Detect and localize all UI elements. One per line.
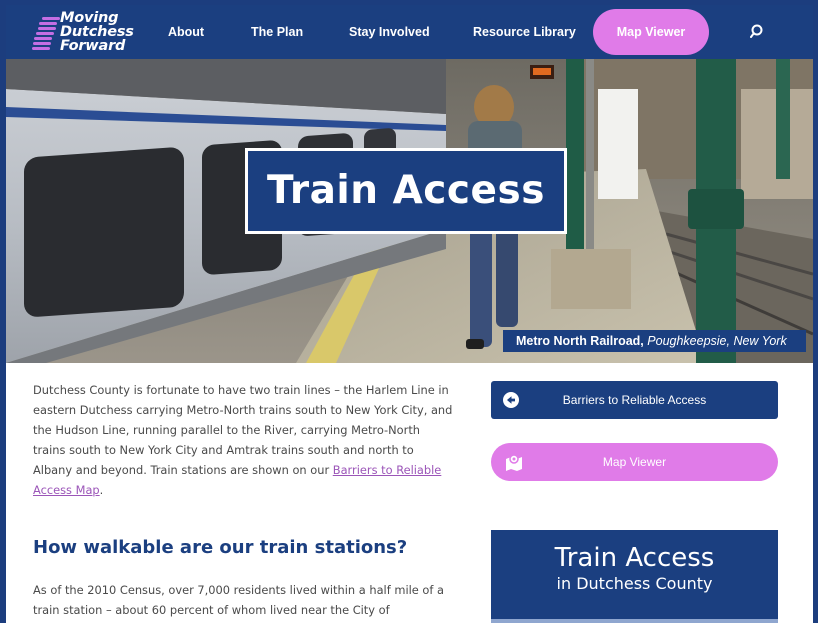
nav-about[interactable]: About — [168, 5, 204, 59]
promo-title: Train Access — [554, 543, 715, 573]
photo-caption: Metro North Railroad, Poughkeepsie, New … — [503, 330, 806, 352]
section-heading: How walkable are our train stations? — [33, 537, 408, 558]
nav-map-viewer-button[interactable]: Map Viewer — [593, 9, 709, 55]
hero-title-box: Train Access — [245, 148, 567, 234]
site-header: Moving Dutchess Forward About The Plan S… — [6, 5, 813, 59]
intro-paragraph: Dutchess County is fortunate to have two… — [33, 380, 453, 500]
intro-end: . — [99, 483, 104, 497]
promo-subtitle: in Dutchess County — [556, 574, 713, 593]
hero-banner: Train Access Metro North Railroad, Pough… — [6, 59, 813, 363]
logo-line-1: Moving — [60, 10, 119, 26]
promo-divider — [491, 619, 778, 623]
nav-the-plan[interactable]: The Plan — [251, 5, 303, 59]
map-marker-icon — [506, 454, 522, 471]
logo-line-3: Forward — [60, 38, 126, 54]
logo-stripes-icon — [32, 15, 62, 51]
arrow-left-circle-icon — [503, 392, 519, 408]
logo-line-2: Dutchess — [60, 24, 134, 40]
map-viewer-button-label: Map Viewer — [602, 455, 667, 469]
page-title: Train Access — [267, 168, 545, 213]
map-viewer-button[interactable]: Map Viewer — [491, 443, 778, 481]
page-frame: Moving Dutchess Forward About The Plan S… — [6, 5, 813, 623]
caption-city: Poughkeepsie, New York — [647, 334, 787, 348]
nav-resource-library[interactable]: Resource Library — [473, 5, 576, 59]
nav-stay-involved[interactable]: Stay Involved — [349, 5, 430, 59]
logo-wordmark: Moving Dutchess Forward — [60, 10, 134, 54]
site-logo[interactable]: Moving Dutchess Forward — [32, 11, 142, 55]
barriers-button[interactable]: Barriers to Reliable Access — [491, 381, 778, 419]
search-icon[interactable] — [750, 23, 766, 41]
barriers-button-label: Barriers to Reliable Access — [562, 393, 707, 407]
train-access-promo[interactable]: Train Access in Dutchess County — [491, 530, 778, 623]
caption-location: Metro North Railroad, — [516, 334, 644, 348]
body-paragraph: As of the 2010 Census, over 7,000 reside… — [33, 583, 444, 617]
